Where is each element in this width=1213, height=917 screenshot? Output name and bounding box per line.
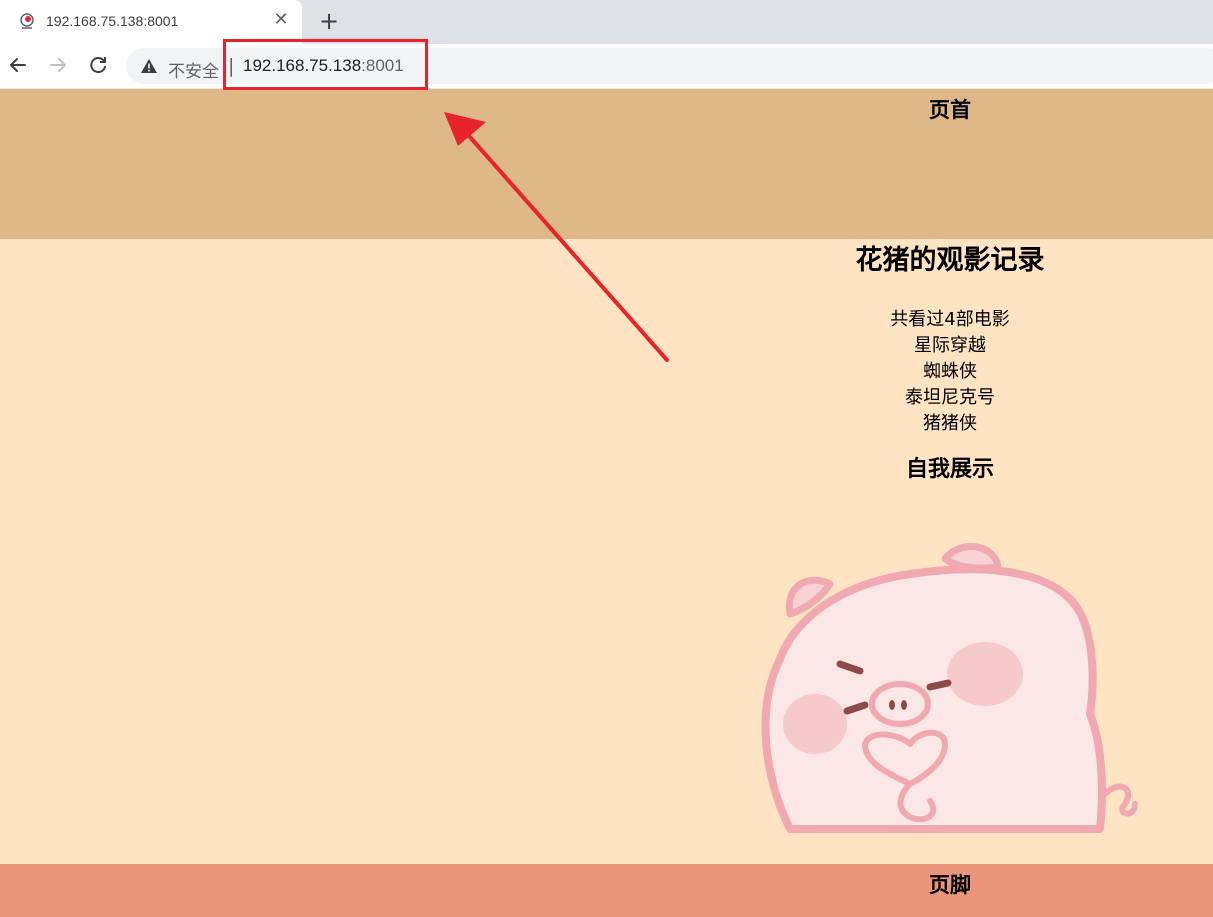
warning-icon[interactable] xyxy=(140,58,158,74)
section-title: 自我展示 xyxy=(905,457,994,482)
movie-item: 猪猪侠 xyxy=(923,413,977,434)
movie-item: 蜘蛛侠 xyxy=(923,361,977,382)
pig-favicon-icon xyxy=(20,13,34,29)
main-content: 花猪的观影记录 共看过4部电影 星际穿越 蜘蛛侠 泰坦尼克号 猪猪侠 自我展示 xyxy=(0,239,1213,485)
header-title: 页首 xyxy=(929,98,971,122)
security-label[interactable]: 不安全 xyxy=(168,57,219,82)
close-icon[interactable]: ✕ xyxy=(270,9,292,31)
movie-item: 泰坦尼克号 xyxy=(905,387,995,408)
url-highlight-box xyxy=(223,39,428,90)
forward-arrow-icon[interactable] xyxy=(44,51,72,79)
footer-title: 页脚 xyxy=(929,873,971,897)
tab-strip: 192.168.75.138:8001 ✕ + xyxy=(0,0,1213,44)
page-title: 花猪的观影记录 xyxy=(855,245,1045,276)
movie-list: 共看过4部电影 星际穿越 蜘蛛侠 泰坦尼克号 猪猪侠 xyxy=(0,307,1213,437)
movie-item: 星际穿越 xyxy=(914,335,986,356)
page-main: 花猪的观影记录 共看过4部电影 星际穿越 蜘蛛侠 泰坦尼克号 猪猪侠 自我展示 xyxy=(0,239,1213,864)
pig-illustration xyxy=(761,543,1138,833)
page-header: 页首 xyxy=(0,89,1213,239)
new-tab-button[interactable]: + xyxy=(316,8,342,34)
web-page: 页首 花猪的观影记录 共看过4部电影 星际穿越 蜘蛛侠 泰坦尼克号 猪猪侠 自我… xyxy=(0,89,1213,917)
movie-summary: 共看过4部电影 xyxy=(890,309,1010,330)
browser-tab[interactable]: 192.168.75.138:8001 ✕ xyxy=(0,0,302,44)
tab-title: 192.168.75.138:8001 xyxy=(46,13,179,29)
reload-icon[interactable] xyxy=(84,51,112,79)
back-arrow-icon[interactable] xyxy=(4,51,32,79)
browser-toolbar: 不安全 | 192.168.75.138:8001 xyxy=(0,44,1213,89)
page-footer: 页脚 xyxy=(0,864,1213,917)
